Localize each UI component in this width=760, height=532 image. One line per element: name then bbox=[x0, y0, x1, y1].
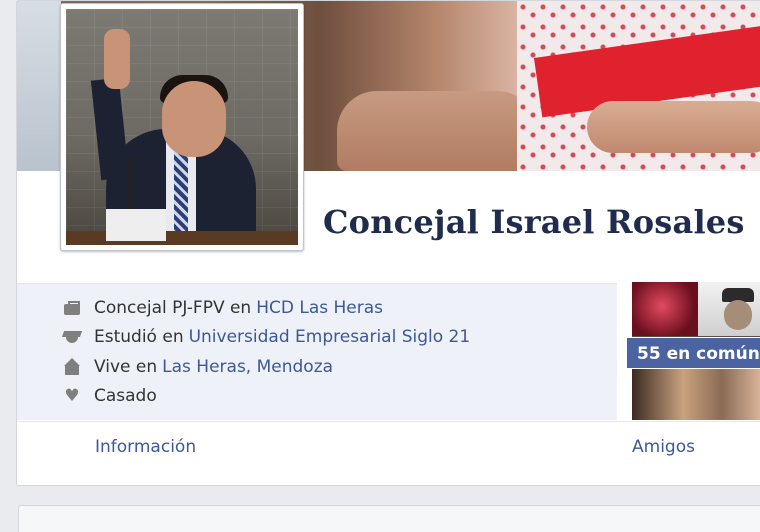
graduation-cap-icon bbox=[63, 328, 81, 346]
about-lives-text: Vive en bbox=[94, 357, 158, 377]
tabs-divider bbox=[17, 421, 760, 422]
profile-photo bbox=[66, 9, 298, 245]
mutual-friends-badge[interactable]: 55 en común bbox=[626, 337, 760, 369]
about-lives-row: Vive en Las Heras, Mendoza bbox=[63, 354, 333, 380]
about-work-text: Concejal PJ-FPV en bbox=[94, 298, 252, 318]
home-icon bbox=[63, 358, 81, 376]
friend-photo-face bbox=[724, 300, 752, 330]
profile-picture[interactable] bbox=[60, 3, 304, 251]
briefcase-icon bbox=[63, 299, 81, 317]
friend-photo-1 bbox=[632, 282, 698, 336]
photo-nameplate bbox=[106, 209, 166, 241]
cover-finger bbox=[587, 101, 760, 153]
tab-informacion[interactable]: Información bbox=[95, 437, 196, 457]
friend-photo-3 bbox=[632, 368, 760, 420]
photo-hand bbox=[104, 29, 130, 89]
about-education-text: Estudió en bbox=[94, 327, 184, 347]
photo-tie bbox=[174, 149, 188, 239]
page-background-edge bbox=[0, 0, 16, 532]
cover-hand bbox=[337, 91, 537, 171]
about-work-row: Concejal PJ-FPV en HCD Las Heras bbox=[63, 295, 383, 321]
about-relationship-text: Casado bbox=[94, 386, 157, 406]
about-lives-link[interactable]: Las Heras, Mendoza bbox=[162, 357, 333, 377]
about-education-row: Estudió en Universidad Empresarial Siglo… bbox=[63, 324, 470, 350]
photo-head bbox=[162, 81, 226, 157]
heart-icon: ♥ bbox=[64, 385, 80, 406]
about-work-link[interactable]: HCD Las Heras bbox=[256, 298, 383, 318]
cover-left-area bbox=[17, 1, 61, 171]
tab-amigos[interactable]: Amigos bbox=[632, 437, 695, 457]
page-title: Concejal Israel Rosales bbox=[323, 203, 745, 241]
photo-desk bbox=[66, 231, 298, 245]
about-summary-box: Concejal PJ-FPV en HCD Las Heras Estudió… bbox=[17, 283, 617, 420]
next-section-card bbox=[18, 505, 760, 532]
photo-microphone bbox=[128, 155, 134, 215]
about-relationship-row: ♥ Casado bbox=[63, 383, 157, 409]
about-education-link[interactable]: Universidad Empresarial Siglo 21 bbox=[189, 327, 471, 347]
